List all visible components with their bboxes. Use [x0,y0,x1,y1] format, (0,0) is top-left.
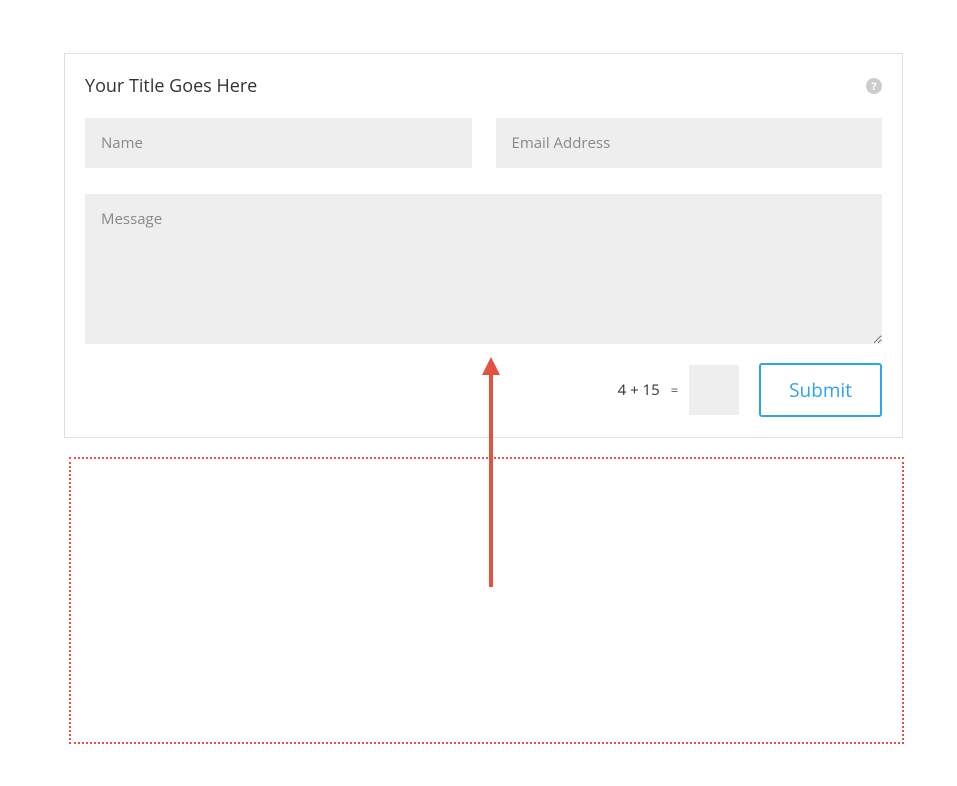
help-icon[interactable]: ? [866,78,882,94]
module-drop-zone[interactable] [69,457,904,744]
name-input[interactable] [85,118,472,168]
form-row-top [85,118,882,168]
email-input[interactable] [496,118,883,168]
captcha-equals: = [671,381,678,399]
contact-form-module: Your Title Goes Here ? 4 + 15 = Submit [64,53,903,438]
submit-button[interactable]: Submit [759,363,882,417]
form-header: Your Title Goes Here ? [85,74,882,98]
message-textarea[interactable] [85,194,882,344]
captcha-question: 4 + 15 [618,380,660,400]
form-title: Your Title Goes Here [85,74,257,98]
captcha-input[interactable] [689,365,739,415]
